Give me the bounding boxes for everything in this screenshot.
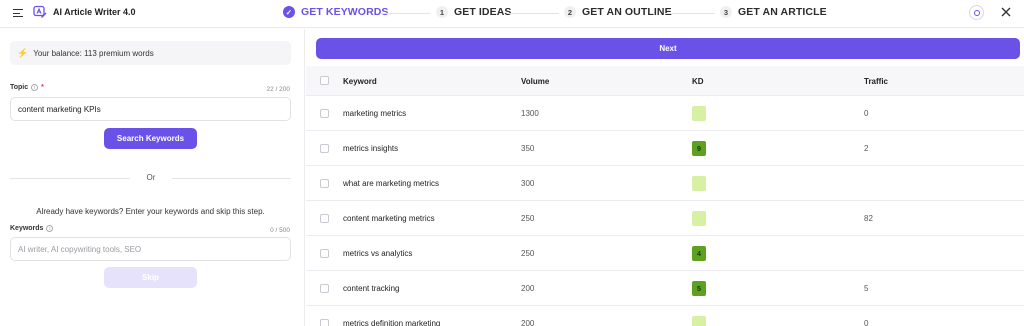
table-row[interactable]: content marketing metrics 250 82 xyxy=(306,201,1024,236)
column-kd[interactable]: KD xyxy=(692,77,704,86)
keyword-cell: marketing metrics xyxy=(343,109,407,118)
or-separator: Or xyxy=(146,173,156,182)
table-row[interactable]: metrics vs analytics 250 4 xyxy=(306,236,1024,271)
volume-cell: 350 xyxy=(521,144,535,153)
row-checkbox[interactable] xyxy=(320,144,329,153)
keyword-cell: metrics definition marketing xyxy=(343,319,441,326)
kd-badge: 5 xyxy=(692,281,706,296)
column-keyword[interactable]: Keyword xyxy=(343,77,377,86)
kd-badge xyxy=(692,106,706,121)
traffic-cell: 5 xyxy=(864,284,869,293)
menu-icon[interactable] xyxy=(13,8,23,18)
volume-cell: 250 xyxy=(521,214,535,223)
row-checkbox[interactable] xyxy=(320,179,329,188)
traffic-cell: 0 xyxy=(864,319,869,326)
table-row[interactable]: metrics insights 350 9 2 xyxy=(306,131,1024,166)
right-panel: Next Keyword Volume KD Traffic marketing… xyxy=(306,29,1024,326)
keyword-cell: content marketing metrics xyxy=(343,214,435,223)
step-get-keywords[interactable]: ✓ GET KEYWORDS xyxy=(283,6,389,18)
kd-badge xyxy=(692,211,706,226)
row-checkbox[interactable] xyxy=(320,319,329,326)
kd-badge xyxy=(692,316,706,326)
keyword-cell: content tracking xyxy=(343,284,400,293)
topic-label: Topic i * xyxy=(10,84,44,91)
table-row[interactable]: metrics definition marketing 200 0 xyxy=(306,306,1024,326)
step-number: 3 xyxy=(720,6,732,18)
app-title: AI Article Writer 4.0 xyxy=(53,7,136,17)
traffic-cell: 82 xyxy=(864,214,873,223)
volume-cell: 200 xyxy=(521,284,535,293)
table-row[interactable]: content tracking 200 5 5 xyxy=(306,271,1024,306)
kd-badge xyxy=(692,176,706,191)
row-checkbox[interactable] xyxy=(320,249,329,258)
check-icon: ✓ xyxy=(283,6,295,18)
select-all-checkbox[interactable] xyxy=(320,76,329,85)
search-keywords-button[interactable]: Search Keywords xyxy=(104,128,197,149)
skip-button[interactable]: Skip xyxy=(104,267,197,288)
lightning-icon: ⚡ xyxy=(17,47,29,58)
volume-cell: 1300 xyxy=(521,109,539,118)
step-get-an-article[interactable]: 3 GET AN ARTICLE xyxy=(720,6,827,18)
keywords-counter: 0 / 500 xyxy=(270,227,290,234)
balance-banner: ⚡ Your balance: 113 premium words xyxy=(10,41,291,65)
topic-input[interactable]: content marketing KPIs xyxy=(10,97,291,121)
row-checkbox[interactable] xyxy=(320,109,329,118)
step-label: GET AN ARTICLE xyxy=(738,6,827,18)
step-get-an-outline[interactable]: 2 GET AN OUTLINE xyxy=(564,6,672,18)
required-marker: * xyxy=(41,84,44,91)
kd-badge: 9 xyxy=(692,141,706,156)
keywords-hint: Already have keywords? Enter your keywor… xyxy=(36,207,265,216)
divider xyxy=(10,178,130,179)
row-checkbox[interactable] xyxy=(320,214,329,223)
left-panel: ⚡ Your balance: 113 premium words Topic … xyxy=(0,29,305,326)
row-checkbox[interactable] xyxy=(320,284,329,293)
topic-counter: 22 / 200 xyxy=(266,86,291,93)
step-connector xyxy=(665,13,715,14)
info-icon[interactable]: i xyxy=(31,84,39,91)
step-get-ideas[interactable]: 1 GET IDEAS xyxy=(436,6,512,18)
next-button[interactable]: Next xyxy=(316,38,1020,59)
volume-cell: 200 xyxy=(521,319,535,326)
kd-badge: 4 xyxy=(692,246,706,261)
volume-cell: 300 xyxy=(521,179,535,188)
step-number: 2 xyxy=(564,6,576,18)
keywords-input[interactable]: AI writer, AI copywriting tools, SEO xyxy=(10,237,291,261)
column-traffic[interactable]: Traffic xyxy=(864,77,888,86)
record-icon[interactable] xyxy=(969,5,984,20)
traffic-cell: 0 xyxy=(864,109,869,118)
keyword-cell: metrics insights xyxy=(343,144,399,153)
table-header: Keyword Volume KD Traffic xyxy=(306,66,1024,96)
volume-cell: 250 xyxy=(521,249,535,258)
traffic-cell: 2 xyxy=(864,144,869,153)
step-label: GET IDEAS xyxy=(454,6,512,18)
info-icon[interactable]: i xyxy=(46,225,54,232)
keyword-cell: what are marketing metrics xyxy=(343,179,440,188)
column-volume[interactable]: Volume xyxy=(521,77,549,86)
close-icon[interactable] xyxy=(1000,6,1012,18)
table-row[interactable]: marketing metrics 1300 0 xyxy=(306,96,1024,131)
step-label: GET KEYWORDS xyxy=(301,6,389,18)
step-label: GET AN OUTLINE xyxy=(582,6,672,18)
step-connector xyxy=(509,13,559,14)
keyword-cell: metrics vs analytics xyxy=(343,249,413,258)
divider xyxy=(172,178,291,179)
step-connector xyxy=(381,13,430,14)
balance-text: Your balance: 113 premium words xyxy=(33,48,154,58)
keywords-label: Keywords i xyxy=(10,225,54,232)
app-logo-icon xyxy=(33,5,47,18)
step-number: 1 xyxy=(436,6,448,18)
top-bar: AI Article Writer 4.0 ✓ GET KEYWORDS 1 G… xyxy=(0,0,1024,28)
table-row[interactable]: what are marketing metrics 300 xyxy=(306,166,1024,201)
